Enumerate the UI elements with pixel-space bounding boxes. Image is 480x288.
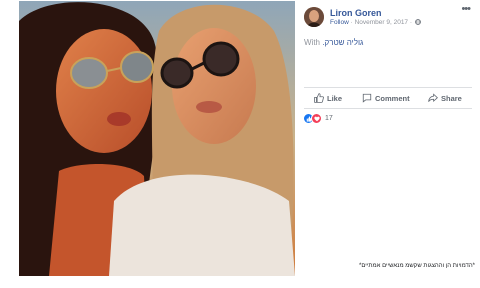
comment-icon — [362, 93, 372, 103]
disclaimer-caption: *הדמויות הן וההצגות שקשמ מנאשיים אמתיים* — [358, 263, 475, 269]
post-date[interactable]: · November 9, 2017 · — [349, 19, 414, 26]
reactions-summary[interactable]: 17 — [303, 113, 333, 124]
post-panel: Liron Goren Follow · November 9, 2017 · … — [296, 1, 480, 276]
post-photo[interactable] — [19, 1, 295, 276]
more-options-button[interactable]: ••• — [461, 3, 471, 15]
reaction-count: 17 — [325, 115, 333, 122]
comment-label: Comment — [375, 93, 410, 103]
tagged-person-link[interactable]: .גוליה שטרק — [322, 38, 363, 47]
comment-button[interactable]: Comment — [362, 93, 410, 103]
author-avatar[interactable] — [304, 7, 324, 27]
author-name[interactable]: Liron Goren — [330, 8, 382, 18]
share-button[interactable]: Share — [428, 93, 462, 103]
follow-link[interactable]: Follow — [330, 19, 349, 26]
like-label: Like — [327, 93, 343, 103]
post-meta: Follow · November 9, 2017 · — [330, 19, 421, 26]
love-reaction-icon — [311, 113, 322, 124]
like-button[interactable]: Like — [314, 93, 342, 103]
globe-icon — [414, 19, 421, 26]
with-prefix: With — [304, 38, 323, 47]
share-label: Share — [441, 93, 462, 103]
divider-top — [304, 87, 472, 88]
share-icon — [428, 93, 438, 103]
thumbs-up-icon — [314, 93, 324, 103]
divider-bottom — [304, 108, 472, 109]
tagged-line: With .גוליה שטרק — [304, 38, 363, 47]
